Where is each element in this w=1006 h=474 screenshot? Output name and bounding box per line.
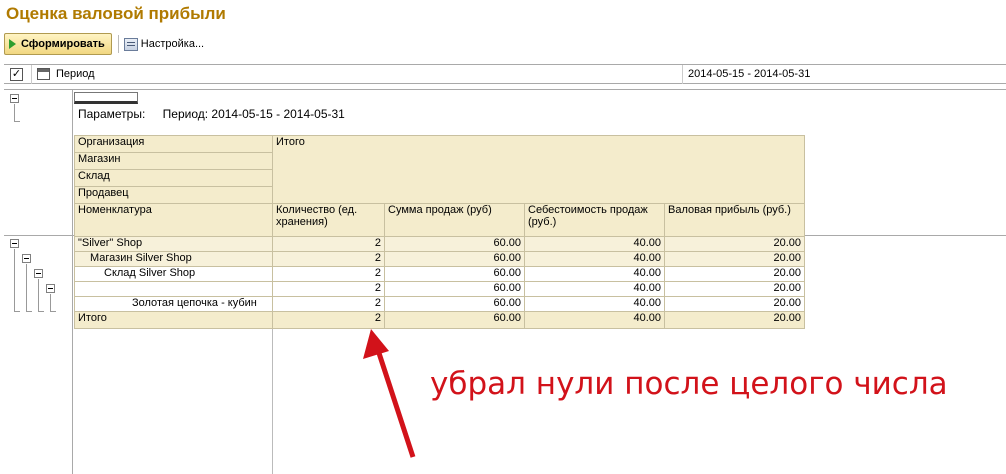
annotation-arrow-head [363,329,389,359]
tree-line [14,311,20,312]
tree-line [14,104,15,122]
period-value-field[interactable]: 2014-05-15 - 2014-05-31 [688,68,810,80]
row-profit: 20.00 [664,266,805,282]
tree-line [50,311,56,312]
collapse-toggle-icon[interactable] [10,94,19,103]
divider [31,65,32,84]
table-row[interactable]: Золотая цепочка - кубин 2 60.00 40.00 20… [74,296,805,312]
row-cost: 40.00 [524,236,665,252]
report-logo-box [74,92,138,104]
row-sum: 60.00 [384,251,525,267]
row-cost: 40.00 [524,251,665,267]
table-row[interactable]: Магазин Silver Shop 2 60.00 40.00 20.00 [74,251,805,267]
period-label: Период [56,68,95,80]
tree-line [38,311,44,312]
collapse-toggle-icon[interactable] [46,284,55,293]
play-icon [9,39,16,49]
tree-line [14,249,15,311]
toolbar: Сформировать Настройка... [4,33,204,55]
settings-icon [123,37,138,51]
row-name [74,281,273,297]
row-profit: 20.00 [664,236,805,252]
row-qty: 2 [272,281,385,297]
row-sum: 60.00 [384,266,525,282]
row-cost: 40.00 [524,281,665,297]
collapse-toggle-icon[interactable] [10,239,19,248]
row-sum: 60.00 [384,236,525,252]
row-name: Магазин Silver Shop [74,251,273,267]
total-profit: 20.00 [664,311,805,329]
header-nomenclature: Номенклатура [74,203,273,237]
settings-button[interactable]: Настройка... [123,37,205,51]
row-qty: 2 [272,266,385,282]
row-name: Склад Silver Shop [74,266,273,282]
annotation-arrow [363,329,416,458]
annotation-arrow-shaft [374,346,416,458]
table-row[interactable]: Склад Silver Shop 2 60.00 40.00 20.00 [74,266,805,282]
row-cost: 40.00 [524,266,665,282]
annotation-text: убрал нули после целого числа [430,366,948,402]
collapse-toggle-icon[interactable] [22,254,31,263]
header-qty: Количество (ед. хранения) [272,203,385,237]
header-gross-profit: Валовая прибыль (руб.) [664,203,805,237]
window-title: Оценка валовой прибыли [6,4,226,23]
header-shop: Магазин [74,152,273,170]
settings-button-label: Настройка... [140,38,205,50]
divider [682,65,683,84]
report-area: Параметры: Период: 2014-05-15 - 2014-05-… [4,89,1006,474]
row-profit: 20.00 [664,296,805,312]
tree-line [26,311,32,312]
row-qty: 2 [272,296,385,312]
period-checkbox[interactable]: ✓ [10,68,23,81]
row-name: "Silver" Shop [74,236,273,252]
tree-line [14,121,20,122]
calendar-icon [37,68,50,80]
report-parameters: Параметры: Период: 2014-05-15 - 2014-05-… [78,107,359,121]
row-sum: 60.00 [384,281,525,297]
row-name: Золотая цепочка - кубин [74,296,273,312]
table-row[interactable]: "Silver" Shop 2 60.00 40.00 20.00 [74,236,805,252]
tree-line [26,264,27,311]
row-qty: 2 [272,236,385,252]
header-total-group: Итого [272,135,805,204]
params-text: Период: 2014-05-15 - 2014-05-31 [162,107,345,121]
period-setting-row: ✓ Период 2014-05-15 - 2014-05-31 [4,64,1006,84]
total-label: Итого [74,311,273,329]
table-row[interactable]: 2 60.00 40.00 20.00 [74,281,805,297]
report-table: Организация Итого Магазин Склад Продавец… [74,135,805,329]
header-sales-sum: Сумма продаж (руб) [384,203,525,237]
tree-line [50,294,51,311]
generate-button-label: Сформировать [21,38,105,50]
header-cost: Себестоимость продаж (руб.) [524,203,665,237]
tree-line [38,279,39,311]
row-qty: 2 [272,251,385,267]
header-seller: Продавец [74,186,273,204]
row-profit: 20.00 [664,281,805,297]
row-profit: 20.00 [664,251,805,267]
header-organization: Организация [74,135,273,153]
total-cost: 40.00 [524,311,665,329]
generate-button[interactable]: Сформировать [4,33,112,55]
toolbar-separator [117,35,119,53]
row-sum: 60.00 [384,296,525,312]
header-warehouse: Склад [74,169,273,187]
total-row[interactable]: Итого 2 60.00 40.00 20.00 [74,311,805,329]
collapse-toggle-icon[interactable] [34,269,43,278]
row-cost: 40.00 [524,296,665,312]
params-label: Параметры: [78,107,146,121]
